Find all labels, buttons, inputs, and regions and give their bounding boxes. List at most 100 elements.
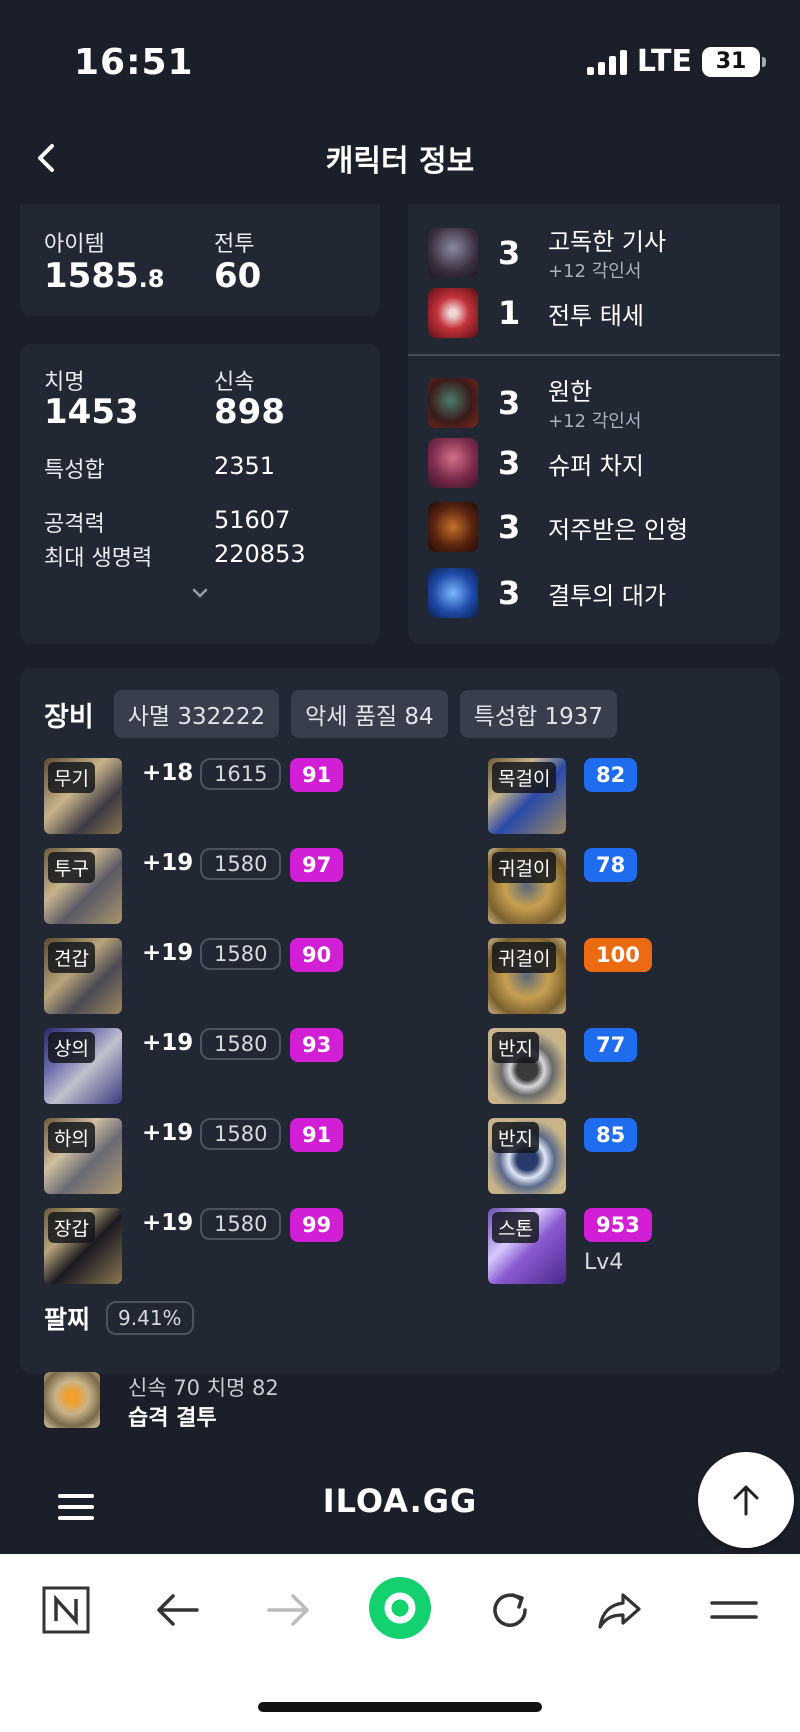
accessory-item[interactable]: 귀걸이 100	[488, 938, 748, 1016]
engraving-row[interactable]: 3 고독한 기사 +12 각인서	[428, 222, 666, 283]
accessory-quality: 100	[584, 938, 652, 972]
accessory-slot-label: 귀걸이	[492, 852, 557, 883]
gear-honing: +19	[142, 850, 194, 876]
accessory-quality: 78	[584, 848, 638, 882]
item-level-int: 1585	[44, 256, 139, 296]
engraving-book: +12 각인서	[548, 411, 642, 432]
engraving-row[interactable]: 3 저주받은 인형	[428, 502, 688, 552]
set-chip: 사멸 332222	[113, 690, 280, 738]
gear-honing: +19	[142, 1210, 194, 1236]
engraving-name: 전투 태세	[548, 301, 644, 330]
gear-quality: 91	[290, 1118, 344, 1152]
accessory-item[interactable]: 반지 77	[488, 1028, 748, 1106]
browser-menu-button[interactable]	[704, 1580, 764, 1640]
status-icons: LTE 31	[586, 44, 766, 79]
browser-toolbar	[0, 1554, 800, 1732]
nav-bar: 캐릭터 정보	[0, 120, 800, 204]
gear-item[interactable]: 투구 +19 1580 97	[44, 848, 484, 926]
equipment-title: 장비	[44, 701, 94, 733]
bracelet-title: 팔찌	[44, 1305, 91, 1334]
crit-value: 1453	[44, 392, 139, 432]
engraving-row[interactable]: 1 전투 태세	[428, 288, 644, 338]
accessory-item[interactable]: 목걸이 82	[488, 758, 748, 836]
accessory-slot-label: 반지	[492, 1122, 539, 1153]
gear-item-level: 1615	[200, 758, 282, 790]
attack-value: 51607	[214, 506, 291, 534]
brand-logo[interactable]: ILOA.GG	[0, 1482, 800, 1520]
status-bar: 16:51 LTE 31	[0, 0, 800, 120]
gear-quality: 90	[290, 938, 344, 972]
clock: 16:51	[74, 42, 194, 83]
share-button[interactable]	[590, 1580, 650, 1640]
accessory-quality: 77	[584, 1028, 638, 1062]
arrow-up-icon	[733, 1485, 759, 1516]
engraving-level: 3	[498, 444, 521, 482]
gear-slot-label: 상의	[48, 1032, 95, 1063]
max-hp-label: 최대 생명력	[44, 546, 153, 571]
naver-n-icon	[42, 1586, 90, 1634]
accessory-quality: 85	[584, 1118, 638, 1152]
arrow-left-icon	[157, 1594, 199, 1626]
stone-level: Lv4	[584, 1250, 624, 1275]
accessory-item[interactable]: 스톤 953 Lv4	[488, 1208, 748, 1286]
bracelet-icon	[44, 1372, 100, 1428]
accessory-quality-chip: 악세 품질 84	[291, 690, 448, 738]
naver-home-button[interactable]	[36, 1580, 96, 1640]
page-title: 캐릭터 정보	[325, 144, 475, 179]
cursed-doll-icon	[428, 502, 478, 552]
battery-icon: 31	[702, 46, 766, 77]
gear-item-level: 1580	[200, 1208, 282, 1240]
reload-icon	[493, 1593, 527, 1627]
engraving-row[interactable]: 3 원한 +12 각인서	[428, 372, 641, 433]
gear-item[interactable]: 장갑 +19 1580 99	[44, 1208, 484, 1286]
gear-quality: 91	[290, 758, 344, 792]
gear-item[interactable]: 견갑 +19 1580 90	[44, 938, 484, 1016]
engraving-level: 3	[498, 574, 521, 612]
gear-item[interactable]: 무기 +18 1615 91	[44, 758, 484, 836]
gear-slot-label: 장갑	[48, 1212, 95, 1243]
gear-slot-label: 무기	[48, 762, 95, 793]
engraving-name: 고독한 기사	[548, 228, 667, 256]
bracelet-header: 팔찌 9.41%	[44, 1300, 194, 1336]
arrow-right-icon	[267, 1594, 309, 1626]
accessory-item[interactable]: 귀걸이 78	[488, 848, 748, 926]
divider	[408, 354, 780, 356]
gear-honing: +18	[142, 760, 194, 786]
green-dot-button[interactable]	[368, 1576, 432, 1640]
gear-quality: 97	[290, 848, 344, 882]
engraving-level: 3	[498, 508, 521, 546]
combat-level-value: 60	[214, 256, 262, 296]
accessory-slot-label: 목걸이	[492, 762, 557, 793]
gear-item-level: 1580	[200, 938, 282, 970]
combat-stance-icon	[428, 288, 478, 338]
browser-forward-button[interactable]	[258, 1580, 318, 1640]
engraving-row[interactable]: 3 결투의 대가	[428, 568, 666, 618]
browser-back-button[interactable]	[148, 1580, 208, 1640]
gear-item[interactable]: 상의 +19 1580 93	[44, 1028, 484, 1106]
gear-honing: +19	[142, 1030, 194, 1056]
gear-quality: 99	[290, 1208, 344, 1242]
engraving-name: 슈퍼 차지	[548, 451, 644, 480]
equipment-card: 장비 사멸 332222 악세 품질 84 특성합 1937 무기 +18 16…	[20, 668, 780, 1374]
scroll-top-button[interactable]	[698, 1452, 794, 1548]
engraving-name: 원한	[548, 378, 593, 406]
signal-icon	[586, 49, 627, 75]
bracelet-percent: 9.41%	[106, 1301, 194, 1335]
engraving-row[interactable]: 3 슈퍼 차지	[428, 438, 644, 488]
engraving-book: +12 각인서	[548, 261, 642, 282]
gear-item[interactable]: 하의 +19 1580 91	[44, 1118, 484, 1196]
stat-sum-label: 특성합	[44, 458, 105, 483]
engraving-name: 결투의 대가	[548, 581, 667, 610]
reload-button[interactable]	[480, 1580, 540, 1640]
expand-button[interactable]	[184, 582, 216, 606]
bracelet-item[interactable]: 신속 70 치명 82 습격 결투	[44, 1372, 444, 1431]
accessory-item[interactable]: 반지 85	[488, 1118, 748, 1196]
item-level-card: 아이템 1585.8 전투 60	[20, 204, 380, 316]
super-charge-icon	[428, 438, 478, 488]
stat-sum-chip: 특성합 1937	[459, 690, 617, 738]
accessory-quality: 82	[584, 758, 638, 792]
content-area[interactable]: 아이템 1585.8 전투 60 치명 1453 신속 898 특성합 2351…	[0, 204, 800, 1454]
max-hp-value: 220853	[214, 540, 306, 568]
engraving-level: 3	[498, 233, 521, 272]
chevron-down-icon	[192, 588, 208, 598]
